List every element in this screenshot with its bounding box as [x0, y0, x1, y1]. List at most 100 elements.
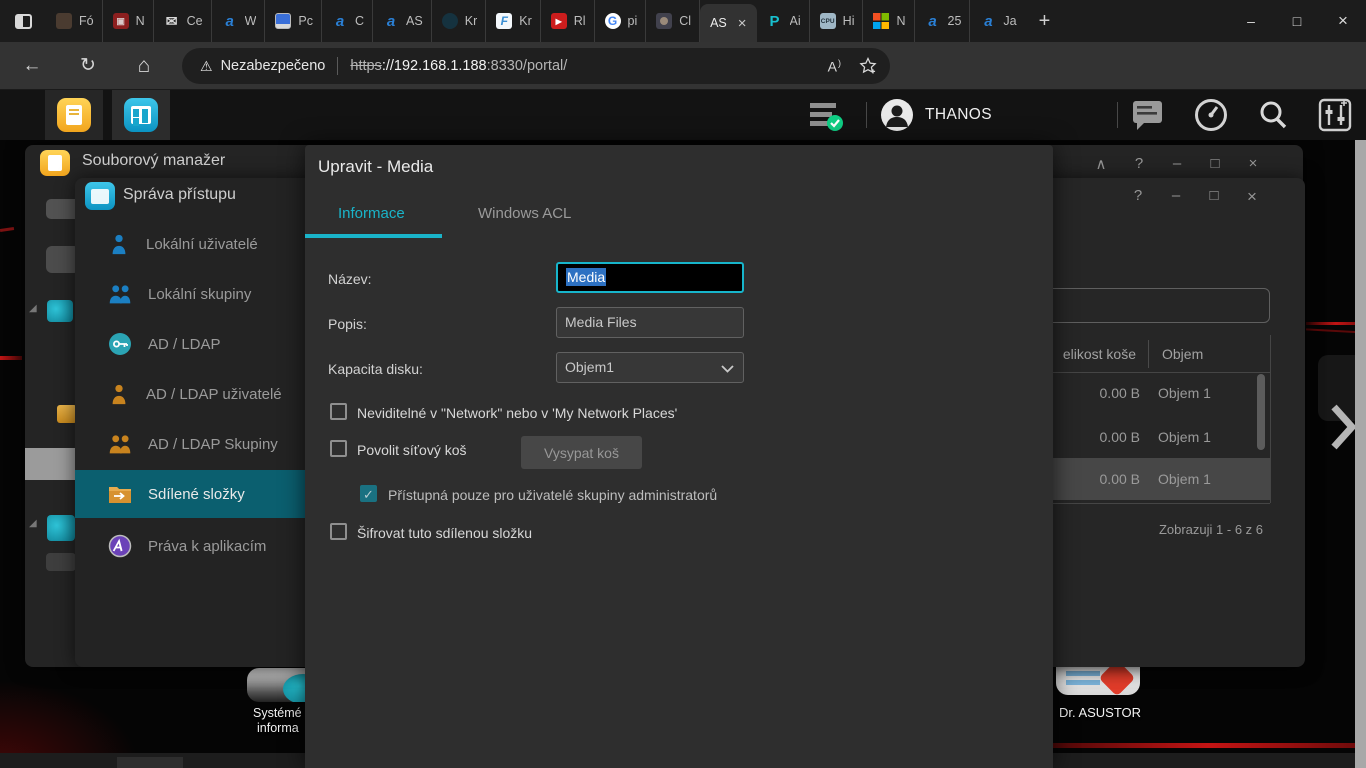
browser-tab[interactable]: Gpi	[595, 0, 647, 42]
browser-tab[interactable]: Kr	[432, 0, 487, 42]
user-avatar-icon[interactable]	[880, 98, 914, 132]
browser-tab[interactable]: FKr	[486, 0, 541, 42]
close-icon[interactable]: ×	[1244, 187, 1260, 207]
tab-actions-icon	[15, 14, 32, 29]
tab-favicon-google: G	[605, 13, 621, 29]
browser-tab[interactable]: Cl	[646, 0, 700, 42]
sidebar-item-shared-folders[interactable]: Sdílené složky	[75, 470, 305, 518]
tab-favicon-computer	[275, 13, 291, 29]
browser-tab[interactable]: Pc	[265, 0, 322, 42]
tree-arrow-icon[interactable]: ◢	[29, 518, 37, 529]
refresh-button[interactable]: ↻	[68, 54, 108, 77]
minimize-icon[interactable]: –	[1168, 187, 1184, 207]
selected-tree-item	[25, 448, 78, 480]
browser-tab-strip: Fó ▣N ✉Ce aW Pc aC aAS Kr FKr ▶Rl Gpi Cl…	[0, 0, 1366, 42]
user-icon	[108, 383, 130, 405]
sidebar-item-ad-ldap-groups[interactable]: AD / LDAP Skupiny	[75, 420, 305, 468]
browser-tab[interactable]: aAS	[373, 0, 432, 42]
help-icon[interactable]: ?	[1131, 155, 1147, 173]
portal-app-tab-file-manager[interactable]	[45, 90, 103, 140]
home-button[interactable]: ⌂	[124, 54, 164, 78]
tab-close-icon[interactable]: ×	[734, 15, 751, 32]
tab-informace[interactable]: Informace	[338, 205, 405, 222]
checkbox-label: Neviditelné v "Network" nebo v 'My Netwo…	[357, 405, 677, 421]
tree-folder-icon	[47, 300, 73, 322]
table-scrollbar-thumb[interactable]	[1257, 374, 1265, 450]
add-favorite-icon[interactable]	[858, 56, 878, 76]
sidebar-item-ad-ldap-users[interactable]: AD / LDAP uživatelé	[75, 370, 305, 418]
name-input[interactable]: Media	[556, 262, 744, 293]
tab-windows-acl[interactable]: Windows ACL	[478, 205, 571, 222]
filter-search-box[interactable]	[1015, 288, 1270, 323]
checkbox-admins-only[interactable]: ✓	[360, 485, 377, 502]
window-maximize-button[interactable]: □	[1274, 0, 1320, 42]
portal-app-tab-access-control[interactable]	[112, 90, 170, 140]
window-close-button[interactable]: ×	[1320, 0, 1366, 42]
table-cell-volume[interactable]: Objem 1	[1158, 429, 1211, 445]
browser-tab[interactable]: N	[863, 0, 914, 42]
sidebar-item-app-privileges[interactable]: Práva k aplikacím	[75, 522, 305, 570]
access-control-icon	[124, 98, 158, 132]
messages-icon[interactable]	[1132, 100, 1164, 131]
tab-favicon-asustor: a	[332, 13, 348, 29]
table-row[interactable]: 0.00 B	[1053, 385, 1140, 401]
url-path: :8330/portal/	[487, 58, 568, 74]
checkbox-encrypt-folder[interactable]	[330, 523, 347, 540]
checkbox-network-recycle-bin[interactable]	[330, 440, 347, 457]
browser-tab[interactable]: ✉Ce	[154, 0, 212, 42]
tree-arrow-icon[interactable]: ◢	[29, 303, 37, 314]
desktop-icon-system-info[interactable]: Systémé informa	[243, 666, 305, 746]
table-cell-volume: Objem 1	[1158, 471, 1211, 487]
browser-tab-active[interactable]: AS×	[700, 4, 756, 42]
empty-recycle-bin-button[interactable]: Vysypat koš	[521, 436, 642, 469]
portal-username[interactable]: THANOS	[925, 90, 992, 140]
taskbar-item	[117, 757, 183, 768]
browser-tab[interactable]: Fó	[46, 0, 103, 42]
back-button[interactable]: ←	[12, 55, 52, 77]
close-icon[interactable]: ×	[1245, 155, 1261, 173]
description-input[interactable]: Media Files	[556, 307, 744, 338]
window-minimize-button[interactable]: –	[1228, 0, 1274, 42]
maximize-icon[interactable]: □	[1206, 187, 1222, 207]
page-scrollbar[interactable]	[1355, 140, 1366, 768]
maximize-icon[interactable]: □	[1207, 155, 1223, 173]
browser-tab[interactable]: aJa	[970, 0, 1024, 42]
resource-monitor-icon[interactable]	[1194, 98, 1228, 132]
table-cell-volume[interactable]: Objem 1	[1158, 385, 1211, 401]
capacity-select[interactable]: Objem1	[556, 352, 744, 383]
browser-tab[interactable]: a25	[915, 0, 971, 42]
tab-favicon-red-app: ▣	[113, 13, 129, 29]
browser-tab[interactable]: PAi	[757, 0, 810, 42]
window-caption-buttons: – □ ×	[1228, 0, 1366, 42]
desktop-icon-dr-asustor[interactable]: Dr. ASUSTOR	[1050, 667, 1160, 727]
collapse-icon[interactable]: ∧	[1093, 155, 1109, 173]
browser-tab[interactable]: aC	[322, 0, 373, 42]
tab-favicon-ninja	[656, 13, 672, 29]
minimize-icon[interactable]: –	[1169, 155, 1185, 173]
tab-favicon-asustor: a	[383, 13, 399, 29]
tab-actions-button[interactable]	[0, 0, 46, 42]
browser-tab[interactable]: ▶Rl	[541, 0, 595, 42]
security-label[interactable]: Nezabezpečeno	[221, 58, 326, 74]
browser-tab[interactable]: ▣N	[103, 0, 154, 42]
checkbox-invisible-network[interactable]	[330, 403, 347, 420]
column-header-volume[interactable]: Objem	[1162, 346, 1203, 362]
portal-top-bar: THANOS	[0, 90, 1366, 140]
preferences-sliders-icon[interactable]	[1318, 98, 1352, 132]
task-monitor-icon[interactable]	[808, 100, 846, 132]
table-row[interactable]: 0.00 B	[1053, 429, 1140, 445]
sidebar-item-ad-ldap[interactable]: AD / LDAP	[75, 320, 305, 368]
help-icon[interactable]: ?	[1130, 187, 1146, 207]
new-tab-button[interactable]: +	[1025, 10, 1065, 33]
search-icon[interactable]	[1256, 98, 1290, 132]
address-bar[interactable]: ⚠ Nezabezpečeno https ://192.168.1.188 :…	[182, 48, 890, 84]
checkbox-label: Šifrovat tuto sdílenou složku	[357, 525, 532, 541]
browser-tab[interactable]: aW	[212, 0, 266, 42]
read-aloud-icon[interactable]: A)	[828, 58, 842, 75]
sidebar-item-local-groups[interactable]: Lokální skupiny	[75, 270, 305, 318]
column-header-recycle-size[interactable]: elikost koše	[1053, 346, 1136, 362]
browser-tab[interactable]: CPUHi	[810, 0, 864, 42]
portal-separator	[866, 102, 867, 128]
wallpaper-next-chevron[interactable]	[1330, 403, 1356, 451]
sidebar-item-local-users[interactable]: Lokální uživatelé	[75, 220, 305, 268]
